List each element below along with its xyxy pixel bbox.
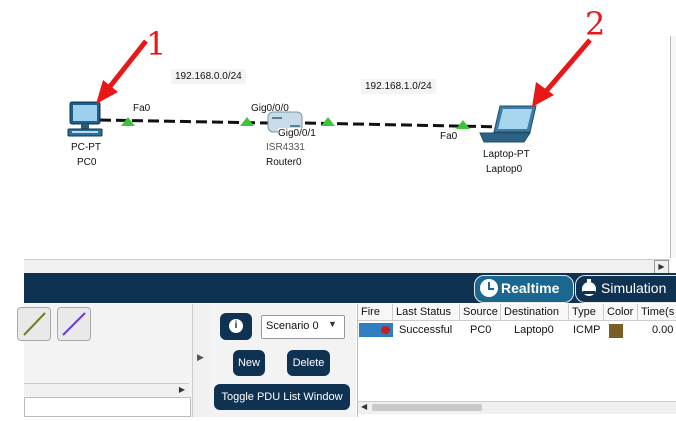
info-icon: i [229, 319, 243, 333]
scenario-select[interactable]: Scenario 0 ▼ [261, 315, 345, 339]
crossover-cable-icon [23, 312, 46, 336]
realtime-label: Realtime [501, 280, 560, 296]
connections-hscrollbar[interactable] [24, 383, 189, 396]
connections-description-area [24, 397, 191, 417]
workspace-scroll-right-button[interactable]: ▶ [654, 260, 669, 274]
type-cell: ICMP [573, 324, 601, 336]
fire-cell[interactable] [359, 323, 393, 337]
chevron-down-icon: ▼ [328, 319, 337, 329]
collapse-arrow-icon: ▶ [197, 352, 204, 362]
color-swatch [609, 324, 623, 338]
destination-cell: Laptop0 [514, 324, 554, 336]
pdu-table-hscrollbar[interactable]: ◀ [358, 401, 676, 414]
delete-scenario-button[interactable]: Delete [287, 350, 330, 376]
cable-button-crossover[interactable] [17, 307, 51, 341]
source-cell: PC0 [470, 324, 492, 336]
column-header-destination[interactable]: Destination [501, 304, 569, 321]
annotation-label-1: 1 [146, 25, 167, 63]
column-header-source[interactable]: Source [460, 304, 501, 321]
pdu-table: Fire Last Status Source Destination Type… [357, 304, 676, 417]
new-scenario-button[interactable]: New [233, 350, 265, 376]
column-header-fire[interactable]: Fire [358, 304, 393, 321]
cable-button-serial[interactable] [57, 307, 91, 341]
time-cell: 0.00 [652, 324, 674, 336]
column-header-last-status[interactable]: Last Status [393, 304, 460, 321]
serial-cable-icon [62, 312, 86, 336]
simulation-button[interactable]: Simulation [575, 275, 676, 303]
scroll-thumb[interactable] [372, 404, 482, 411]
clock-icon [480, 279, 498, 297]
workspace-hscrollbar[interactable] [24, 259, 670, 273]
column-header-type[interactable]: Type [569, 304, 604, 321]
stopwatch-icon [580, 279, 598, 297]
toggle-pdu-list-button[interactable]: Toggle PDU List Window [214, 384, 350, 410]
simulation-label: Simulation [601, 280, 667, 296]
fire-indicator-icon [381, 326, 390, 334]
annotation-label-2: 2 [585, 5, 606, 43]
column-header-color[interactable]: Color [604, 304, 638, 321]
realtime-button[interactable]: Realtime [474, 275, 574, 303]
info-button[interactable]: i [220, 313, 252, 340]
panel-splitter[interactable]: ▶ [192, 304, 210, 417]
column-header-time[interactable]: Time(s [638, 304, 676, 321]
table-row[interactable]: Successful PC0 Laptop0 ICMP 0.00 [358, 322, 676, 339]
connections-scroll-right-button[interactable]: ▶ [176, 384, 188, 395]
scroll-left-icon[interactable]: ◀ [361, 402, 367, 411]
scenario-selected-value: Scenario 0 [266, 320, 319, 332]
last-status-cell: Successful [399, 324, 453, 336]
